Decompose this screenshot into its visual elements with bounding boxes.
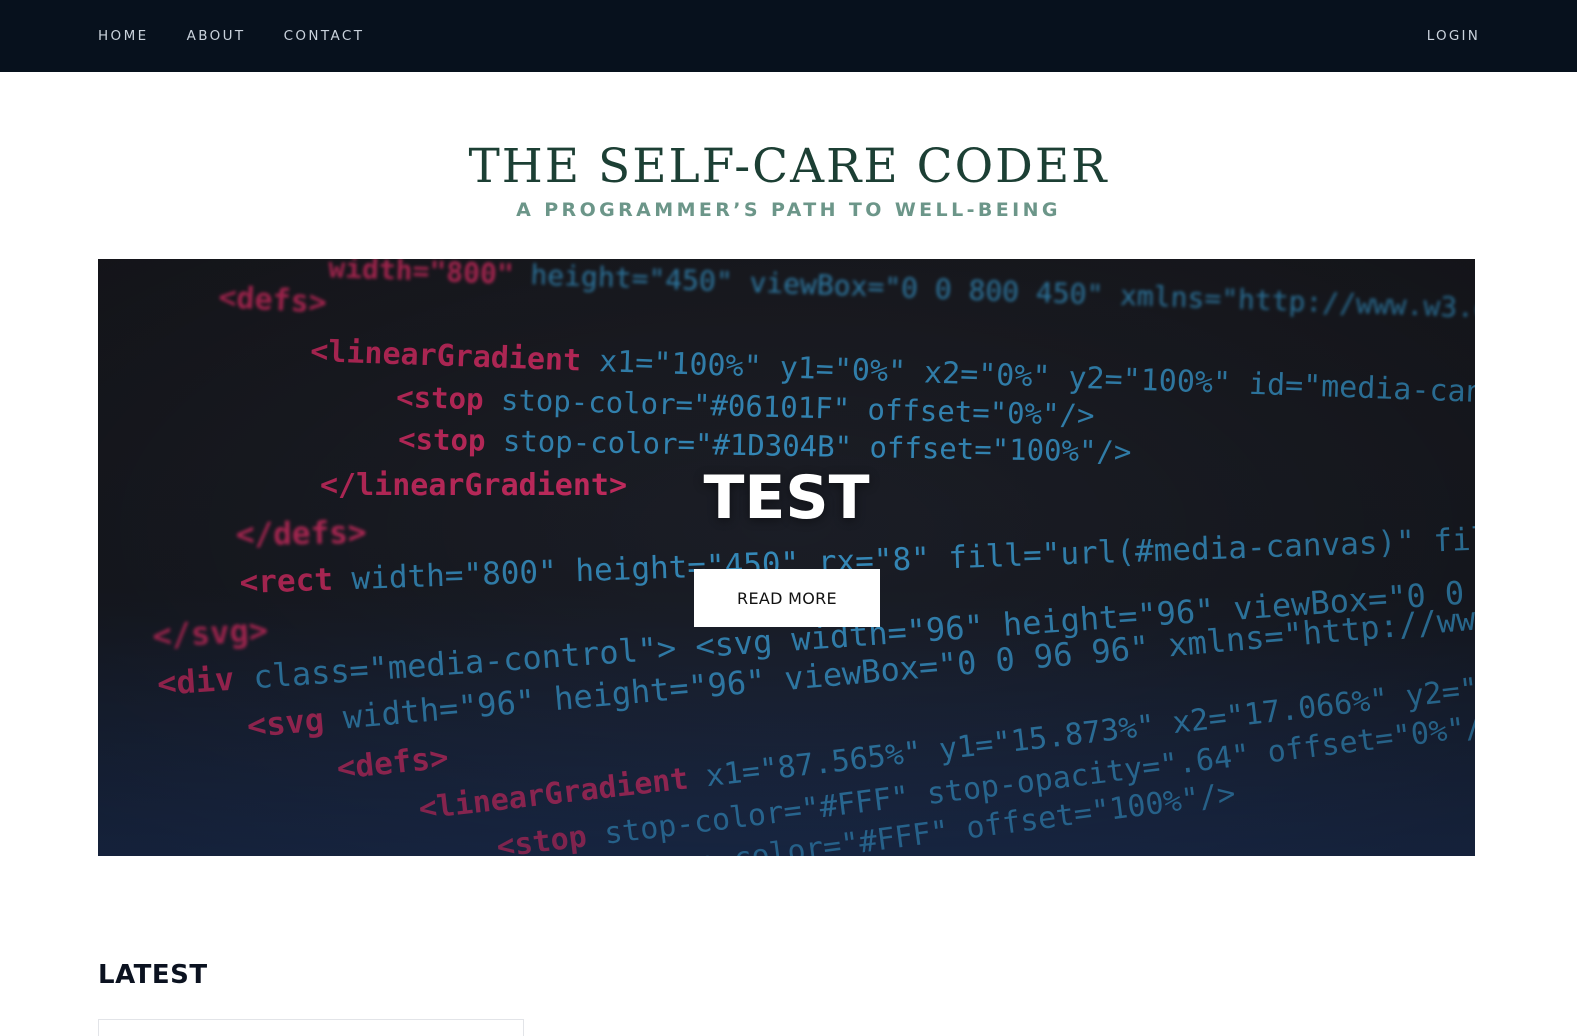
nav-about-link[interactable]: ABOUT xyxy=(187,28,246,44)
primary-nav: HOME ABOUT CONTACT xyxy=(98,28,364,44)
latest-heading: LATEST xyxy=(98,960,208,990)
nav-home-link[interactable]: HOME xyxy=(98,28,149,44)
hero-title[interactable]: TEST xyxy=(98,461,1475,535)
hero-banner: width="800" height="450" viewBox="0 0 80… xyxy=(98,259,1475,856)
login-link[interactable]: LOGIN xyxy=(1427,28,1480,44)
read-more-button[interactable]: READ MORE xyxy=(694,569,880,627)
nav-contact-link[interactable]: CONTACT xyxy=(284,28,365,44)
latest-post-card[interactable] xyxy=(98,1019,524,1036)
site-tagline: A PROGRAMMER’S PATH TO WELL-BEING xyxy=(516,199,1061,221)
top-navbar: HOME ABOUT CONTACT LOGIN xyxy=(0,0,1577,72)
hero-overlay xyxy=(98,259,1475,856)
site-title[interactable]: THE SELF-CARE CODER xyxy=(0,138,1577,196)
site-masthead: THE SELF-CARE CODER A PROGRAMMER’S PATH … xyxy=(0,138,1577,222)
